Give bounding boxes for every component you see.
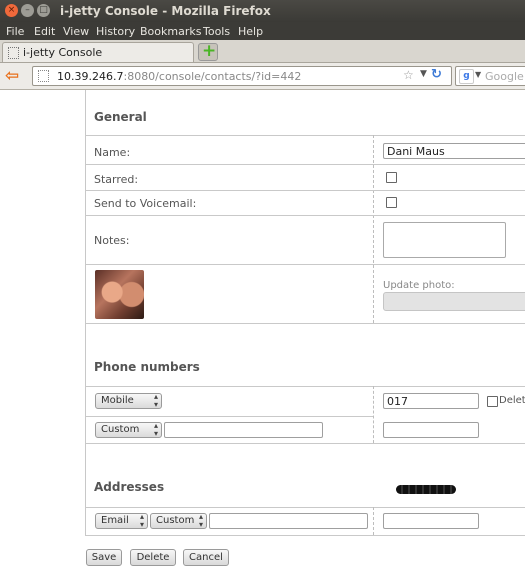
search-bar[interactable]: g ▼ Google: [455, 66, 525, 86]
redacted-scribble: [396, 485, 456, 494]
contact-photo: [95, 270, 144, 319]
search-placeholder: Google: [485, 70, 524, 83]
navigation-toolbar: ⇦ 10.39.246.7:8080/console/contacts/?id=…: [0, 63, 525, 90]
delete-phone-label: Delete: [499, 395, 525, 406]
back-arrow-icon[interactable]: ⇦: [5, 66, 19, 86]
menu-edit[interactable]: Edit: [34, 25, 55, 38]
menu-bar: File Edit View History Bookmarks Tools H…: [0, 22, 525, 40]
window-maximize-button[interactable]: □: [37, 4, 50, 17]
address-value-field[interactable]: [383, 513, 479, 529]
menu-tools[interactable]: Tools: [203, 25, 230, 38]
bookmark-star-icon[interactable]: ☆: [403, 68, 414, 82]
notes-textarea[interactable]: [383, 222, 506, 258]
section-general-title: General: [94, 110, 147, 124]
phone-number-field[interactable]: [383, 393, 479, 409]
new-tab-button[interactable]: +: [198, 41, 218, 61]
divider: [85, 443, 525, 444]
name-label: Name:: [94, 146, 131, 159]
url-path: :8080/console/contacts/?id=442: [123, 70, 302, 83]
menu-history[interactable]: History: [96, 25, 135, 38]
starred-checkbox[interactable]: [386, 172, 397, 183]
content-left-border: [85, 90, 86, 535]
menu-file[interactable]: File: [6, 25, 24, 38]
send-to-voicemail-checkbox[interactable]: [386, 197, 397, 208]
delete-phone-checkbox[interactable]: [487, 396, 498, 407]
url-bar[interactable]: 10.39.246.7:8080/console/contacts/?id=44…: [32, 66, 452, 86]
window-minimize-button[interactable]: –: [21, 4, 34, 17]
address-custom-label-field[interactable]: [209, 513, 368, 529]
url-host: 10.39.246.7: [57, 70, 124, 83]
reload-icon[interactable]: ↻: [431, 67, 442, 82]
divider: [85, 190, 525, 191]
column-divider: [373, 386, 374, 443]
send-to-voicemail-label: Send to Voicemail:: [94, 197, 197, 210]
notes-label: Notes:: [94, 234, 130, 247]
address-type-select[interactable]: Custom ▴ ▾: [150, 513, 207, 529]
section-addresses-title: Addresses: [94, 480, 165, 494]
divider: [86, 416, 373, 417]
divider: [85, 386, 525, 387]
address-kind-select[interactable]: Email ▴ ▾: [95, 513, 148, 529]
divider: [85, 535, 525, 536]
engine-dropdown-icon[interactable]: ▼: [475, 70, 481, 79]
phone-type-select[interactable]: Custom ▴ ▾: [95, 422, 162, 438]
column-divider: [373, 507, 374, 535]
window-title: i-jetty Console - Mozilla Firefox: [60, 4, 271, 18]
page-icon: [8, 47, 19, 59]
menu-view[interactable]: View: [63, 25, 89, 38]
tab-ijetty-console[interactable]: i-jetty Console: [2, 42, 194, 62]
menu-help[interactable]: Help: [238, 25, 263, 38]
plus-icon: +: [202, 41, 217, 61]
select-arrows-icon: ▴ ▾: [139, 512, 144, 529]
tab-bar: i-jetty Console +: [0, 40, 525, 63]
name-field[interactable]: [383, 143, 525, 159]
starred-label: Starred:: [94, 173, 139, 186]
address-kind-value: Email: [101, 515, 129, 526]
url-text[interactable]: 10.39.246.7:8080/console/contacts/?id=44…: [57, 70, 301, 83]
delete-button[interactable]: Delete: [130, 549, 176, 566]
history-dropdown-icon[interactable]: ▼: [420, 69, 427, 79]
page-content: General Name: Starred: Send to Voicemail…: [0, 90, 525, 572]
divider: [85, 264, 525, 265]
divider: [85, 507, 525, 508]
update-photo-label: Update photo:: [383, 280, 455, 291]
menu-bookmarks[interactable]: Bookmarks: [140, 25, 201, 38]
phone-type-value: Custom: [101, 424, 140, 435]
section-phone-numbers-title: Phone numbers: [94, 360, 200, 374]
select-arrows-icon: ▴ ▾: [153, 392, 158, 409]
divider: [85, 323, 525, 324]
divider: [85, 215, 525, 216]
phone-custom-label-field[interactable]: [164, 422, 323, 438]
divider: [85, 135, 525, 136]
phone-type-select[interactable]: Mobile ▴ ▾: [95, 393, 162, 409]
phone-type-value: Mobile: [101, 395, 134, 406]
google-engine-icon[interactable]: g: [459, 69, 474, 84]
select-arrows-icon: ▴ ▾: [153, 421, 158, 438]
window-titlebar: × – □ i-jetty Console - Mozilla Firefox: [0, 0, 525, 22]
tab-title: i-jetty Console: [23, 46, 103, 59]
address-type-value: Custom: [156, 515, 195, 526]
site-identity-icon[interactable]: [38, 70, 49, 82]
update-photo-file-input[interactable]: [383, 292, 525, 311]
save-button[interactable]: Save: [86, 549, 122, 566]
phone-number-field[interactable]: [383, 422, 479, 438]
divider: [85, 164, 525, 165]
select-arrows-icon: ▴ ▾: [198, 512, 203, 529]
window-close-button[interactable]: ×: [5, 4, 18, 17]
cancel-button[interactable]: Cancel: [183, 549, 229, 566]
